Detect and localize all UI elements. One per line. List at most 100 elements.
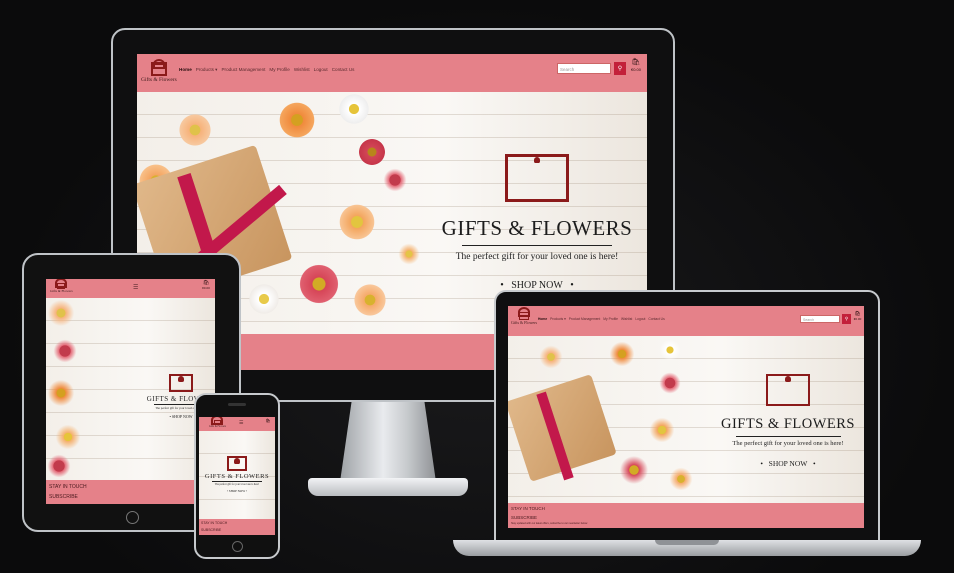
search-input[interactable]: Search [557,63,611,74]
desktop-nav-links: Home Products ▾ Product Management My Pr… [179,67,354,73]
footer-stay-in-touch: STAY IN TOUCH [49,484,87,490]
laptop-notch [655,540,719,545]
flower-decoration [337,202,377,242]
flower-decoration [357,137,387,167]
laptop-hero: GIFTS & FLOWERS The perfect gift for you… [508,336,864,503]
shopping-bag[interactable]: 🛍 [263,418,273,423]
shopping-bag[interactable]: 🛍 €0.00 [200,280,212,290]
footer-subscribe: SUBSCRIBE [201,528,222,532]
site-logo[interactable]: Gifts & Flowers [209,417,226,428]
flower-decoration [538,344,564,370]
flower-decoration [668,466,694,492]
flower-decoration [608,340,636,368]
shop-now-label: SHOP NOW [171,414,193,419]
nav-wishlist[interactable]: Wishlist [621,317,632,321]
brand-gift-icon [227,456,247,471]
tablet-site: Gifts & Flowers ☰ 🛍 €0.00 GIFTS & FLOWER… [46,279,215,504]
laptop-nav-links: Home Products ▾ Product Management My Pr… [538,317,665,321]
site-logo[interactable]: Gifts & Flowers [511,308,537,325]
nav-logout[interactable]: Logout [635,317,645,321]
nav-contact-us[interactable]: Contact Us [648,317,664,321]
flower-decoration [618,454,650,486]
logo-text: Gifts & Flowers [511,320,537,325]
nav-my-profile[interactable]: My Profile [269,67,289,73]
flower-decoration [337,92,371,126]
monitor-stand-base [308,478,468,496]
brand-title: GIFTS & FLOWERS [721,416,855,432]
nav-products[interactable]: Products ▾ [196,67,218,73]
nav-home[interactable]: Home [179,67,192,73]
nav-wishlist[interactable]: Wishlist [294,67,310,73]
gift-logo-icon [150,62,167,76]
brand-gift-icon [766,374,810,406]
tablet-hero: GIFTS & FLOWERS The perfect gift for you… [46,298,215,481]
nav-my-profile[interactable]: My Profile [603,317,618,321]
logo-text: Gifts & Flowers [209,425,226,428]
phone-hero: GIFTS & FLOWERS The perfect gift for you… [199,431,275,521]
laptop-footer: STAY IN TOUCH SUBSCRIBE Stay updated wit… [508,503,864,528]
nav-product-management[interactable]: Product Management [221,67,265,73]
brand-divider [212,481,262,482]
flower-decoration [297,262,341,306]
nav-home[interactable]: Home [538,317,547,321]
brand-title: GIFTS & FLOWERS [204,473,270,480]
flower-decoration [648,416,676,444]
site-logo[interactable]: Gifts & Flowers [141,57,177,83]
shop-now-button[interactable]: • SHOP NOW • [718,459,858,468]
nav-contact-us[interactable]: Contact Us [332,67,355,73]
hero-brand: GIFTS & FLOWERS The perfect gift for you… [718,364,858,468]
search-button[interactable]: ⚲ [614,62,626,75]
phone-speaker [228,403,246,406]
search-input[interactable]: Search [800,315,840,323]
brand-gift-icon [505,154,569,202]
site-logo[interactable]: Gifts & Flowers [50,279,73,293]
laptop-navbar: Gifts & Flowers Home Products ▾ Product … [508,306,864,336]
footer-note: Stay updated with our latest offers, sub… [511,522,588,525]
shopping-bag[interactable]: 🛍 €0.00 [852,311,863,321]
flower-decoration [352,282,388,318]
shop-now-button[interactable]: • SHOP NOW • [201,489,273,493]
flower-decoration [277,100,317,140]
shop-now-label: SHOP NOW [768,459,808,468]
hero-brand: GIFTS & FLOWERS The perfect gift for you… [201,451,273,493]
monitor-stand [340,402,436,482]
gift-logo-icon [519,312,529,320]
search-icon: ⚲ [617,66,623,72]
footer-subscribe: SUBSCRIBE [511,515,538,520]
hero-brand: GIFTS & FLOWERS The perfect gift for you… [437,136,637,291]
footer-stay-in-touch: STAY IN TOUCH [201,521,228,525]
gift-logo-icon [57,283,66,289]
flower-decoration [658,371,682,395]
brand-gift-icon [169,374,193,392]
tablet-navbar: Gifts & Flowers ☰ 🛍 €0.00 [46,279,215,298]
logo-text: Gifts & Flowers [141,77,177,83]
nav-product-management[interactable]: Product Management [569,317,601,321]
flower-decoration [52,338,78,364]
phone-home-button [232,541,243,552]
brand-divider [462,245,612,246]
search-button[interactable]: ⚲ [842,314,851,324]
laptop-site: Gifts & Flowers Home Products ▾ Product … [508,306,864,528]
phone-navbar: Gifts & Flowers ☰ 🛍 [199,417,275,431]
footer-stay-in-touch: STAY IN TOUCH [511,506,545,511]
gift-logo-icon [213,420,221,425]
desktop-navbar: Gifts & Flowers Home Products ▾ Product … [137,54,647,92]
brand-title: GIFTS & FLOWERS [441,216,633,240]
phone-device: Gifts & Flowers ☰ 🛍 GIFTS & FLOWERS The … [194,393,280,559]
hamburger-menu-icon[interactable]: ☰ [133,284,138,291]
flower-decoration [54,423,82,451]
nav-products[interactable]: Products ▾ [550,317,566,321]
brand-divider [735,436,841,437]
bag-total: €0.00 [853,317,862,321]
tablet-footer: STAY IN TOUCH SUBSCRIBE [46,480,215,504]
flower-decoration [46,453,72,479]
footer-subscribe: SUBSCRIBE [49,494,78,500]
tablet-home-button [125,511,139,524]
nav-logout[interactable]: Logout [314,67,328,73]
flower-decoration [658,338,682,362]
shopping-bag[interactable]: 🛍 €0.00 [628,59,644,72]
hamburger-menu-icon[interactable]: ☰ [239,420,243,426]
brand-tagline: The perfect gift for your loved one is h… [455,252,619,262]
phone-footer: STAY IN TOUCH SUBSCRIBE [199,519,275,535]
flower-decoration [46,378,76,408]
